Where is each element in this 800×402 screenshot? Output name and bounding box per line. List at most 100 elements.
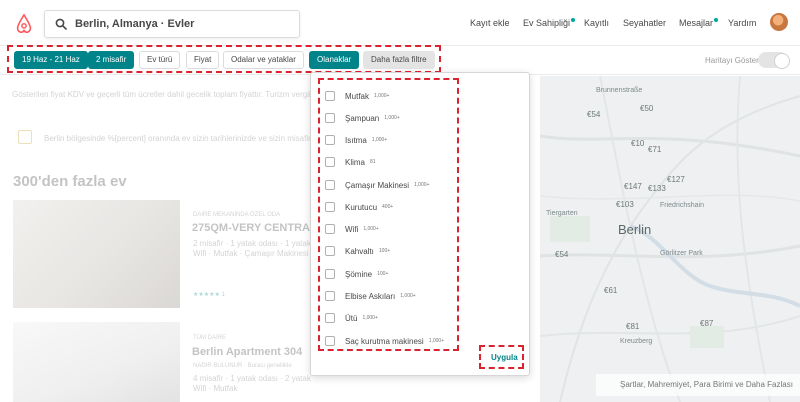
amenity-count: 100+ (377, 271, 389, 277)
checkbox[interactable] (325, 313, 335, 323)
airbnb-logo-icon[interactable] (13, 13, 35, 35)
checkbox[interactable] (325, 246, 335, 256)
amenity-count: 1,000+ (363, 226, 379, 232)
amenity-count: 1,000+ (362, 315, 378, 321)
notification-dot-icon (571, 18, 576, 22)
availability-banner: Berlin bölgesinde %[percent] oranında ev… (44, 134, 311, 143)
map-place-label: Görlitzer Park (660, 250, 703, 257)
nav-host[interactable]: Ev Sahipliği (523, 18, 576, 28)
amenity-option-elbise-askilari[interactable]: Elbise Askıları 1,000+ (325, 289, 416, 303)
map-footer-link[interactable]: Şartlar, Mahremiyet, Para Birimi ve Daha… (596, 374, 800, 396)
map-price-marker[interactable]: €61 (604, 286, 617, 295)
map-price-marker[interactable]: €147 (624, 182, 642, 191)
map-price-marker[interactable]: €103 (616, 200, 634, 209)
amenity-count: 1,000+ (371, 137, 388, 143)
amenity-count: 1,000+ (384, 115, 400, 121)
checkbox[interactable] (325, 202, 335, 212)
amenity-option-wifi[interactable]: Wifi 1,000+ (325, 222, 379, 236)
checkbox[interactable] (325, 157, 335, 167)
amenity-label: Saç kurutma makinesi (345, 336, 424, 346)
notification-dot-icon (714, 18, 719, 22)
amenity-label: Klima (345, 157, 366, 167)
map-price-marker[interactable]: €133 (648, 184, 666, 193)
checkbox[interactable] (325, 91, 335, 101)
rooms-beds-filter-button[interactable]: Odalar ve yataklar (223, 51, 304, 69)
amenity-option-utu[interactable]: Ütü 1,000+ (325, 311, 378, 325)
amenity-label: Şömine (345, 269, 373, 279)
map-price-marker[interactable]: €50 (640, 104, 653, 113)
listing-photo[interactable] (13, 322, 180, 402)
apply-button[interactable]: Uygula (491, 353, 518, 362)
amenity-label: Çamaşır Makinesi (345, 180, 410, 190)
checkbox[interactable] (325, 269, 335, 279)
guests-filter-button[interactable]: 2 misafir (88, 51, 135, 69)
map-price-marker[interactable]: €10 (631, 139, 644, 148)
info-icon (18, 130, 32, 144)
more-filters-button[interactable]: Daha fazla filtre (363, 51, 435, 69)
map-place-label: Tiergarten (546, 210, 578, 217)
amenity-option-klima[interactable]: Klima 81 (325, 155, 376, 169)
checkbox[interactable] (325, 135, 335, 145)
listing-photo[interactable] (13, 200, 180, 308)
amenity-option-somine[interactable]: Şömine 100+ (325, 267, 388, 281)
listing-title[interactable]: 275QM-VERY CENTRAL- (192, 222, 320, 234)
amenity-label: Kahvaltı (345, 246, 374, 256)
listing-type: TÜM DAİRE (193, 335, 226, 341)
amenity-label: Şampuan (345, 113, 380, 123)
map-price-marker[interactable]: €54 (587, 110, 600, 119)
show-map-label: Haritayı Göster (705, 56, 759, 65)
map-price-marker[interactable]: €54 (555, 250, 568, 259)
map-price-marker[interactable]: €81 (626, 322, 639, 331)
listing-details: 2 misafir · 1 yatak odası · 1 yatak (193, 239, 311, 248)
map-city-label: Berlin (618, 222, 652, 237)
listing-type: DAIRE MEKANINDA ÖZEL ODA (193, 212, 281, 218)
listing-rating: ★★★★★ 1 (193, 292, 225, 298)
map-place-label: Brunnenstraße (596, 87, 643, 94)
show-map-toggle[interactable] (758, 52, 790, 69)
search-input[interactable]: Berlin, Almanya · Evler (44, 10, 300, 38)
amenity-option-kahvalti[interactable]: Kahvaltı 100+ (325, 244, 390, 258)
checkbox[interactable] (325, 180, 335, 190)
dates-filter-button[interactable]: 19 Haz - 21 Haz (14, 51, 88, 69)
nav-trips[interactable]: Seyahatler (623, 18, 666, 28)
amenity-count: 1,000+ (428, 338, 445, 344)
home-type-filter-button[interactable]: Ev türü (139, 51, 181, 69)
nav-add-listing[interactable]: Kayıt ekle (470, 18, 510, 28)
checkbox[interactable] (325, 336, 335, 346)
results-heading: 300'den fazla ev (13, 173, 127, 190)
amenity-label: Mutfak (345, 91, 370, 101)
nav-help[interactable]: Yardım (728, 18, 756, 28)
nav-saved[interactable]: Kayıtlı (584, 18, 609, 28)
map-place-label: Kreuzberg (620, 338, 653, 345)
amenity-option-mutfak[interactable]: Mutfak 1,000+ (325, 89, 389, 103)
amenity-option-isitma[interactable]: Isıtma 1,000+ (325, 133, 387, 147)
map-price-marker[interactable]: €127 (667, 175, 685, 184)
avatar[interactable] (770, 13, 788, 31)
amenity-count: 1,000+ (414, 182, 430, 188)
price-filter-button[interactable]: Fiyat (186, 51, 220, 69)
filter-bar: 19 Haz - 21 Haz 2 misafir Ev türü Fiyat … (0, 47, 800, 75)
map-view[interactable]: Brunnenstraße Tiergarten Friedrichshain … (540, 76, 800, 402)
map-price-marker[interactable]: €71 (648, 145, 661, 154)
nav-host-label: Ev Sahipliği (523, 18, 571, 28)
map-price-marker[interactable]: €87 (700, 319, 713, 328)
nav-messages[interactable]: Mesajlar (679, 18, 719, 28)
checkbox[interactable] (325, 291, 335, 301)
amenity-label: Ütü (345, 313, 358, 323)
amenity-label: Isıtma (345, 135, 367, 145)
checkbox[interactable] (325, 224, 335, 234)
amenity-count: 81 (370, 159, 376, 165)
amenity-option-camasir-makinesi[interactable]: Çamaşır Makinesi 1,000+ (325, 178, 429, 192)
map-roads (540, 76, 800, 402)
nav-messages-label: Mesajlar (679, 18, 714, 28)
amenity-option-sac-kurutma-makinesi[interactable]: Saç kurutma makinesi 1,000+ (325, 334, 444, 348)
listing-amenities: Wifi · Mutfak (193, 384, 238, 393)
amenity-count: 1,000+ (374, 93, 390, 99)
amenities-filter-button[interactable]: Olanaklar (309, 51, 360, 69)
checkbox[interactable] (325, 113, 335, 123)
amenity-option-sampuan[interactable]: Şampuan 1,000+ (325, 111, 400, 125)
listing-amenities: Wifi · Mutfak · Çamaşır Makinesi (193, 249, 309, 258)
amenity-option-kurutucu[interactable]: Kurutucu 400+ (325, 200, 393, 214)
amenity-count: 100+ (378, 248, 391, 254)
listing-title[interactable]: Berlin Apartment 304 (192, 346, 302, 358)
